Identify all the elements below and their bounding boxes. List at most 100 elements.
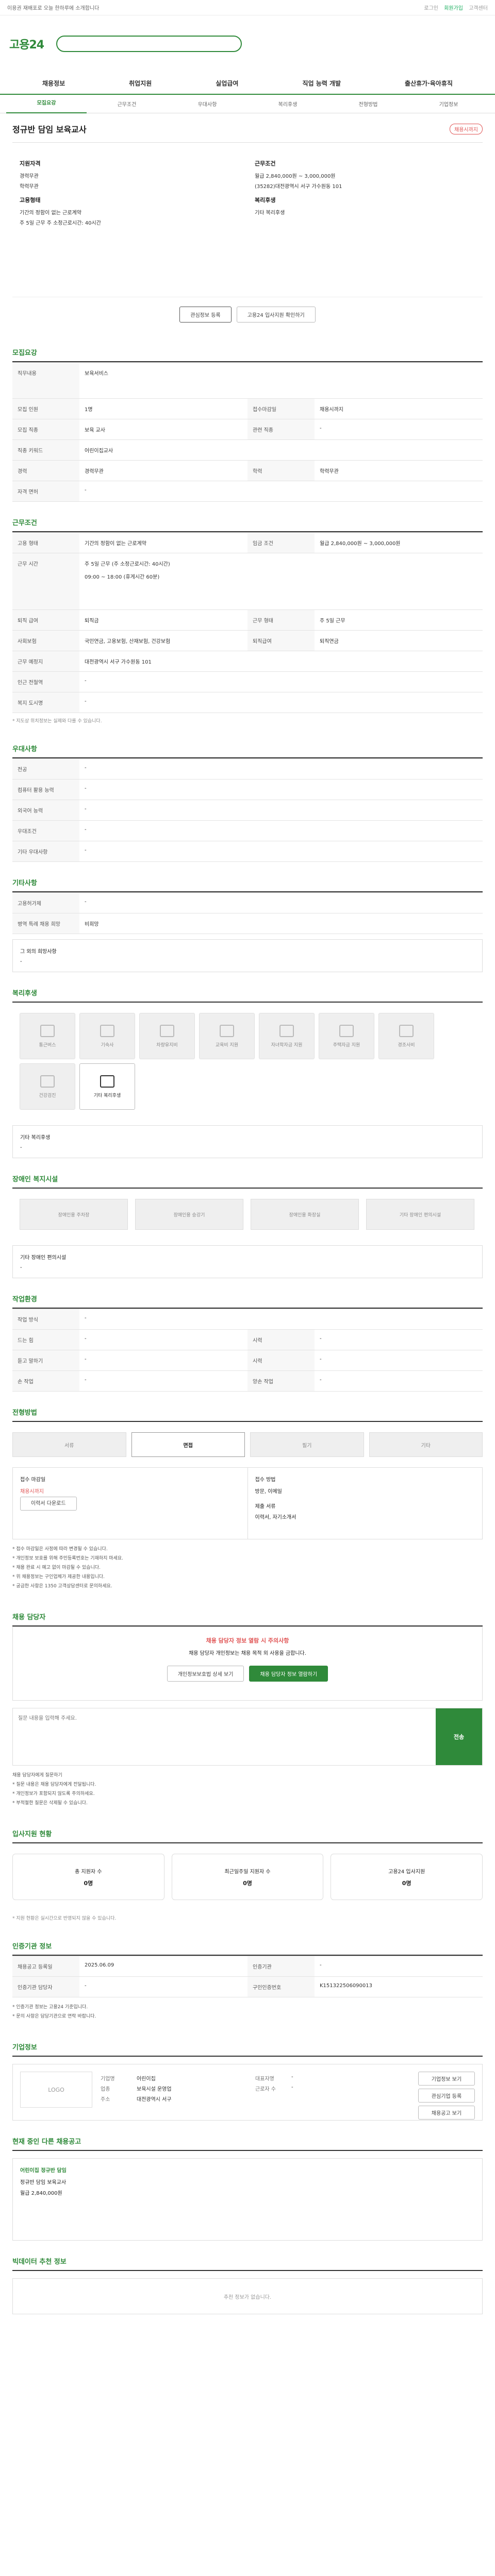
label: 모집 인원 — [12, 399, 79, 419]
loc-value: (35282)대전광역시 서구 가수원동 101 — [255, 184, 342, 190]
value: - — [85, 1983, 87, 1989]
hours-row: 주 5일 근무 주 소정근로시간: 40시간 — [20, 218, 240, 226]
nav-leave[interactable]: 출산휴가·육아휴직 — [405, 79, 453, 88]
view-contact-button[interactable]: 채용 담당자 정보 열람하기 — [249, 1666, 328, 1682]
label: 우대조건 — [12, 821, 79, 841]
qual-heading: 지원자격 — [20, 160, 41, 167]
fav-company-button[interactable]: 관심기업 등록 — [418, 2089, 475, 2103]
welfare-detail-label: 기타 복리후생 — [20, 1135, 51, 1141]
cond-row: 인근 전철역 - — [12, 672, 483, 692]
pay-value: 월급 2,840,000원 ~ 3,000,000원 — [255, 174, 336, 179]
nav-jobs[interactable]: 채용정보 — [42, 79, 65, 88]
question-input[interactable] — [13, 1708, 436, 1765]
exp-value: 경력무관 — [20, 174, 39, 179]
nav-support[interactable]: 취업지원 — [129, 79, 152, 88]
reco-heading: 빅데이터 추천 정보 — [12, 2256, 483, 2271]
signup-link[interactable]: 회원가입 — [444, 6, 463, 11]
welfare-card: 통근버스 — [20, 1013, 75, 1059]
org-row: 인증기관 담당자 - 구인인증번호 K151322506090013 — [12, 1977, 483, 1997]
hours-value: 주 5일 근무 주 소정근로시간: 40시간 — [20, 221, 101, 226]
label: 경력 — [12, 461, 79, 481]
bullet: * 궁금한 사항은 1350 고객상담센터로 문의하세요. — [12, 1584, 112, 1589]
summary-left: 지원자격 경력무관 학력무관 고용형태 기간의 정함이 없는 근로계약 주 5일… — [12, 153, 248, 286]
cond-row: 퇴직 급여 퇴직금 근무 형태 주 5일 근무 — [12, 610, 483, 631]
site-logo[interactable]: 고용24 — [9, 36, 44, 52]
nav-benefit[interactable]: 실업급여 — [216, 79, 238, 88]
cond-heading-2: 근무조건 — [12, 517, 483, 532]
disab-cards: 장애인용 주차장 장애인용 승강기 장애인용 화장실 기타 장애인 편의시설 — [12, 1189, 483, 1240]
other-job-card[interactable]: 어린이집 정규반 담임 정규반 담임 보육교사 월급 2,840,000원 — [12, 2158, 483, 2241]
cond-section: 근무조건 고용 형태 기간의 정함이 없는 근로계약 임금 조건 월급 2,840,0… — [12, 517, 483, 728]
etc-icon — [100, 1075, 114, 1088]
book-icon — [220, 1024, 234, 1037]
step-docs: 서류 — [12, 1432, 126, 1457]
tab-cond[interactable]: 근무조건 — [87, 100, 167, 108]
label: 기업명 — [101, 2076, 115, 2082]
label: 근무 예정지 — [12, 651, 79, 671]
etc-grid: 고용허가제 - 병역 특례 채용 희망 비희망 — [12, 892, 483, 934]
stat-card: 고용24 입사지원 0명 — [331, 1854, 483, 1900]
compare-button[interactable]: 고용24 입사지원 확인하기 — [236, 307, 316, 323]
work-row: 듣고 말하기 - 시력 - — [12, 1350, 483, 1371]
deadline-badge: 채용시까지 — [450, 123, 483, 134]
stat-label: 최근일주일 지원자 수 — [224, 1869, 271, 1875]
pref-row: 우대조건 - — [12, 821, 483, 841]
welfare-card: 경조사비 — [378, 1013, 434, 1059]
company-info: 기업명 어린이집 대표자명 - 업종 보육시설 운영업 근로자 수 - 주소 대전광역시 서구 — [92, 2072, 418, 2113]
top-bar: 이용권 재배포로 오늘 한하루에 소개합니다 로그인 회원가입 고객센터 — [0, 0, 495, 15]
label: 모집 직종 — [12, 419, 79, 439]
company-jobs-button[interactable]: 채용공고 보기 — [418, 2106, 475, 2120]
label: 접수마감일 — [248, 399, 315, 419]
etc-extra: 그 외의 희망사항 - — [12, 939, 483, 972]
loc-row: (35282)대전광역시 서구 가수원동 101 — [255, 182, 475, 190]
etc-extra-value: - — [20, 959, 22, 964]
tab-process[interactable]: 전형방법 — [328, 100, 408, 108]
scrap-button[interactable]: 관심정보 등록 — [179, 307, 232, 323]
tab-company[interactable]: 기업정보 — [408, 100, 489, 108]
company-info-button[interactable]: 기업정보 보기 — [418, 2072, 475, 2086]
stat-value: 0명 — [243, 1879, 252, 1887]
value: - — [85, 699, 87, 704]
login-link[interactable]: 로그인 — [424, 6, 438, 11]
resume-download-button[interactable]: 이력서 다운로드 — [20, 1497, 77, 1511]
send-button[interactable]: 전송 — [436, 1708, 482, 1765]
tab-welfare[interactable]: 복리후생 — [248, 100, 328, 108]
tab-recruit[interactable]: 모집요강 — [6, 95, 87, 113]
value: 국민연금, 고용보험, 산재보험, 건강보험 — [85, 639, 171, 645]
other-job-pay: 월급 2,840,000원 — [20, 2191, 62, 2196]
work-grid: 작업 방식 - 드는 힘 - 시력 - 듣고 말하기 - 시력 - 손 작업 - 양손 작업 - — [12, 1309, 483, 1392]
label: 듣고 말하기 — [12, 1350, 79, 1370]
help-link[interactable]: 고객센터 — [469, 6, 488, 11]
value: 1명 — [85, 407, 93, 413]
warn-title: 채용 담당자 정보 열람 시 주의사항 — [206, 1637, 289, 1644]
label: 대표자명 — [255, 2076, 274, 2082]
reco-empty: 추천 정보가 없습니다. — [12, 2278, 483, 2314]
welfare-label: 자녀학자금 지원 — [271, 1042, 303, 1048]
label: 근무 형태 — [248, 610, 315, 630]
type-heading: 고용형태 — [20, 197, 41, 204]
disab-card: 장애인용 승강기 — [135, 1199, 243, 1230]
inquiry-section: 채용 담당자 채용 담당자 정보 열람 시 주의사항 채용 담당자 개인정보는 … — [12, 1612, 483, 1813]
other-heading: 현재 중인 다른 채용공고 — [12, 2136, 483, 2151]
value: K151322506090013 — [320, 1983, 372, 1989]
other-job-info: 어린이집 정규반 담임 정규반 담임 보육교사 월급 2,840,000원 — [20, 2166, 67, 2233]
header-search-input[interactable] — [56, 36, 242, 52]
value: - — [85, 848, 87, 853]
method-value: 방문, 이메일 — [255, 1489, 282, 1495]
main-nav: 채용정보 취업지원 실업급여 직업 능력 개발 출산휴가·육아휴직 — [0, 72, 495, 95]
bus-icon — [40, 1024, 55, 1037]
label: 기타 우대사항 — [12, 841, 79, 861]
welfare-section: 복리후생 통근버스 기숙사 차량유지비 교육비 지원 자녀학자금 지원 주택자금… — [12, 988, 483, 1158]
etc-heading: 기타사항 — [12, 877, 483, 892]
tab-pref[interactable]: 우대사항 — [167, 100, 248, 108]
privacy-button[interactable]: 개인정보보호법 상세 보기 — [167, 1666, 244, 1682]
value: 보육 교사 — [85, 428, 105, 433]
nav-training[interactable]: 직업 능력 개발 — [302, 79, 341, 88]
stat-value: 0명 — [84, 1879, 93, 1887]
label: 직종 키워드 — [12, 440, 79, 460]
disab-detail-label: 기타 장애인 편의시설 — [20, 1255, 67, 1261]
label: 직무내용 — [12, 363, 79, 398]
value: - — [85, 786, 87, 791]
label: 인근 전철역 — [12, 672, 79, 692]
value: - — [291, 2084, 293, 2090]
